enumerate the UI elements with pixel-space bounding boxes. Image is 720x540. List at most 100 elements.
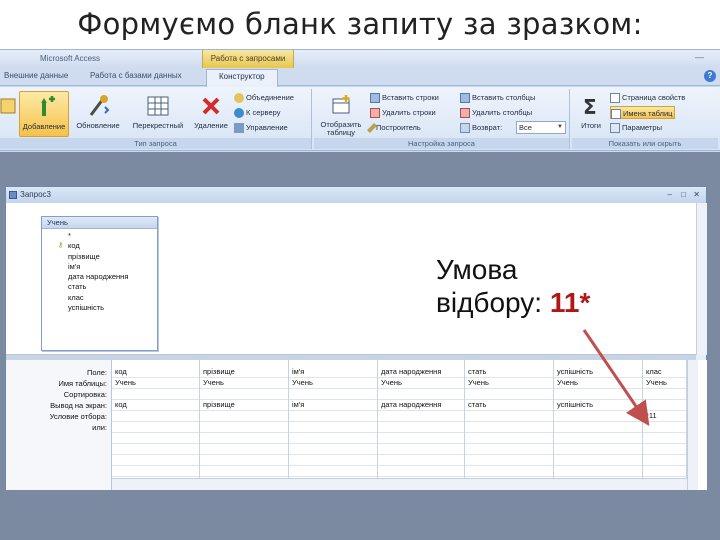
- grid-cell-sort[interactable]: [289, 389, 377, 400]
- grid-cell-show[interactable]: успішність: [554, 400, 642, 411]
- grid-cell-criteria[interactable]: [289, 411, 377, 422]
- grid-vertical-scrollbar[interactable]: [687, 360, 698, 490]
- grid-cell-sort[interactable]: [378, 389, 464, 400]
- minimize-icon[interactable]: —: [695, 52, 704, 62]
- update-query-button[interactable]: Обновление: [70, 91, 126, 137]
- help-icon[interactable]: ?: [704, 70, 716, 82]
- grid-cell-field[interactable]: прізвище: [200, 367, 288, 378]
- grid-cell-table[interactable]: Учень: [112, 378, 199, 389]
- grid-cell-empty[interactable]: [112, 433, 199, 444]
- parameters-button[interactable]: Параметры: [610, 121, 662, 134]
- grid-cell-sort[interactable]: [200, 389, 288, 400]
- grid-cell-empty[interactable]: [112, 455, 199, 466]
- delete-rows-button[interactable]: Удалить строки: [370, 106, 436, 119]
- grid-cell-empty[interactable]: [554, 433, 642, 444]
- grid-cell-sort[interactable]: [554, 389, 642, 400]
- create-table-button[interactable]: [0, 91, 16, 137]
- grid-cell-empty[interactable]: [643, 455, 686, 466]
- grid-cell-empty[interactable]: [200, 444, 288, 455]
- grid-cell-empty[interactable]: [200, 466, 288, 477]
- grid-cell-empty[interactable]: [378, 444, 464, 455]
- field-item[interactable]: *: [46, 231, 157, 241]
- field-item[interactable]: клас: [46, 293, 157, 303]
- window-restore-icon[interactable]: □: [681, 187, 686, 203]
- grid-cell-or[interactable]: [643, 422, 686, 433]
- tab-database-tools[interactable]: Работа с базами данных: [90, 71, 182, 80]
- grid-cell-empty[interactable]: [554, 466, 642, 477]
- field-item[interactable]: ім'я: [46, 262, 157, 272]
- grid-cell-sort[interactable]: [112, 389, 199, 400]
- grid-cell-show[interactable]: дата народження: [378, 400, 464, 411]
- window-minimize-icon[interactable]: –: [668, 187, 672, 203]
- delete-columns-button[interactable]: Удалить столбцы: [460, 106, 532, 119]
- grid-cell-criteria[interactable]: [378, 411, 464, 422]
- grid-cell-field[interactable]: дата народження: [378, 367, 464, 378]
- grid-cell-show[interactable]: код: [112, 400, 199, 411]
- totals-button[interactable]: Σ Итоги: [576, 91, 606, 137]
- grid-cell-empty[interactable]: [643, 433, 686, 444]
- grid-cell-field[interactable]: успішність: [554, 367, 642, 378]
- grid-cell-table[interactable]: Учень: [465, 378, 553, 389]
- grid-cell-table[interactable]: Учень: [200, 378, 288, 389]
- tab-designer[interactable]: Конструктор: [206, 69, 278, 87]
- grid-cell-or[interactable]: [378, 422, 464, 433]
- delete-query-button[interactable]: Удаление: [190, 91, 232, 137]
- field-item[interactable]: стать: [46, 282, 157, 292]
- grid-cell-field[interactable]: код: [112, 367, 199, 378]
- grid-cell-criteria[interactable]: [200, 411, 288, 422]
- grid-cell-table[interactable]: Учень: [643, 378, 686, 389]
- grid-cell-empty[interactable]: [112, 444, 199, 455]
- grid-cell-empty[interactable]: [112, 466, 199, 477]
- union-button[interactable]: Объединение: [234, 91, 294, 104]
- grid-cell-sort[interactable]: [465, 389, 553, 400]
- grid-cell-empty[interactable]: [200, 455, 288, 466]
- grid-cell-or[interactable]: [465, 422, 553, 433]
- insert-rows-button[interactable]: Вставить строки: [370, 91, 439, 104]
- field-list-uchen[interactable]: Учень * ⚷ код прізвище ім'я дата народження ст…: [41, 216, 158, 351]
- grid-cell-empty[interactable]: [554, 455, 642, 466]
- grid-cell-empty[interactable]: [465, 433, 553, 444]
- dropdown-arrow-icon[interactable]: ▼: [555, 122, 565, 133]
- grid-cell-empty[interactable]: [378, 433, 464, 444]
- grid-cell-show[interactable]: [643, 400, 686, 411]
- grid-cell-or[interactable]: [289, 422, 377, 433]
- window-close-icon[interactable]: ✕: [693, 187, 700, 203]
- grid-cell-empty[interactable]: [554, 444, 642, 455]
- grid-cell-field[interactable]: ім'я: [289, 367, 377, 378]
- grid-cell-criteria[interactable]: [465, 411, 553, 422]
- table-names-button[interactable]: Имена таблиц: [610, 106, 676, 120]
- server-button[interactable]: К серверу: [234, 106, 280, 119]
- return-combo[interactable]: Все ▼: [516, 121, 566, 134]
- grid-cell-or[interactable]: [112, 422, 199, 433]
- grid-cell-show[interactable]: стать: [465, 400, 553, 411]
- property-sheet-button[interactable]: Страница свойств: [610, 91, 685, 104]
- crosstab-query-button[interactable]: Перекрестный: [128, 91, 188, 137]
- grid-cell-empty[interactable]: [200, 433, 288, 444]
- field-item[interactable]: прізвище: [46, 252, 157, 262]
- grid-cell-table[interactable]: Учень: [554, 378, 642, 389]
- control-button[interactable]: Управление: [234, 121, 288, 134]
- grid-horizontal-scrollbar[interactable]: [112, 478, 687, 490]
- grid-cell-empty[interactable]: [465, 466, 553, 477]
- field-item[interactable]: ⚷ код: [46, 241, 157, 251]
- grid-cell-field[interactable]: стать: [465, 367, 553, 378]
- insert-columns-button[interactable]: Вставить столбцы: [460, 91, 535, 104]
- grid-cell-field[interactable]: клас: [643, 367, 686, 378]
- grid-cell-criteria[interactable]: *11: [643, 411, 686, 422]
- grid-cell-empty[interactable]: [643, 466, 686, 477]
- grid-cell-empty[interactable]: [465, 455, 553, 466]
- grid-cell-empty[interactable]: [378, 466, 464, 477]
- grid-cell-show[interactable]: прізвище: [200, 400, 288, 411]
- field-item[interactable]: успішність: [46, 303, 157, 313]
- upper-vertical-scrollbar[interactable]: [696, 203, 707, 355]
- grid-cell-empty[interactable]: [289, 466, 377, 477]
- grid-cell-table[interactable]: Учень: [378, 378, 464, 389]
- grid-cell-sort[interactable]: [643, 389, 686, 400]
- grid-cell-table[interactable]: Учень: [289, 378, 377, 389]
- grid-cell-empty[interactable]: [289, 455, 377, 466]
- append-query-button[interactable]: Добавление: [19, 91, 69, 137]
- grid-cell-show[interactable]: ім'я: [289, 400, 377, 411]
- builder-button[interactable]: Построитель: [367, 121, 421, 134]
- grid-cell-empty[interactable]: [643, 444, 686, 455]
- field-item[interactable]: дата народження: [46, 272, 157, 282]
